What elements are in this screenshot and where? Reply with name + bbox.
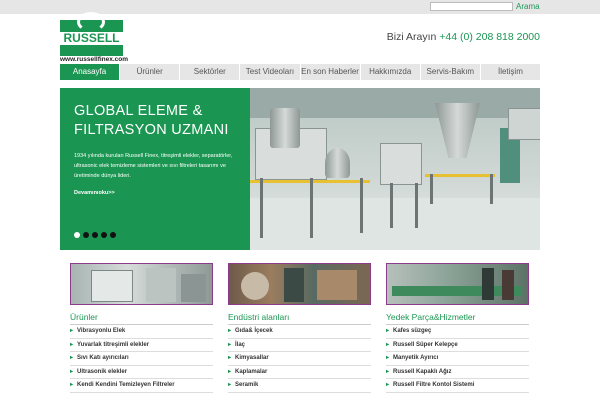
list-item[interactable]: Russell Süper Kelepçe <box>386 339 529 352</box>
main-nav: Anasayfa Ürünler Sektörler Test Videolar… <box>60 64 540 80</box>
logo-wordmark: RUSSELL <box>60 32 123 45</box>
list-item[interactable]: Vibrasyonlu Elek <box>70 325 213 339</box>
slider-dot-5[interactable] <box>110 232 116 238</box>
products-list: Vibrasyonlu Elek Yuvarlak titreşimli ele… <box>70 324 213 393</box>
list-item[interactable]: Kendi Kendini Temizleyen Filtreler <box>70 379 213 393</box>
hero-banner: GLOBAL ELEME & FILTRASYON UZMANI 1934 yı… <box>60 88 540 250</box>
nav-item-hakkimizda[interactable]: Hakkımızda <box>360 64 421 80</box>
thumbnail-industries[interactable] <box>228 263 371 305</box>
contact-info: Bizi Arayın +44 (0) 208 818 2000 <box>387 31 540 43</box>
slider-dot-1[interactable] <box>74 232 80 238</box>
list-item[interactable]: Kimyasallar <box>228 352 371 366</box>
russell-logo[interactable]: RUSSELL <box>60 12 123 56</box>
list-item[interactable]: Kaplamalar <box>228 366 371 379</box>
list-item[interactable]: Gıda& İçecek <box>228 325 371 339</box>
search-input[interactable] <box>430 2 513 11</box>
industries-column: Endüstri alanları Gıda& İçecek İlaç Kimy… <box>228 310 371 393</box>
logo-arc-mark <box>77 12 105 32</box>
thumbnail-spare-parts[interactable] <box>386 263 529 305</box>
contact-phone[interactable]: +44 (0) 208 818 2000 <box>439 31 540 43</box>
slider-dots <box>74 232 116 238</box>
spare-parts-column: Yedek Parça&Hizmetler Kafes süzgeç Russe… <box>386 310 529 393</box>
hero-more-link[interactable]: Devamınıoku>> <box>74 190 115 196</box>
industries-list: Gıda& İçecek İlaç Kimyasallar Kaplamalar… <box>228 324 371 393</box>
spare-parts-column-title[interactable]: Yedek Parça&Hizmetler <box>386 310 529 324</box>
logo-url: www.russellfinex.com <box>60 56 129 63</box>
list-item[interactable]: Russell Filtre Kontol Sistemi <box>386 379 529 393</box>
list-item[interactable]: Ultrasonik elekler <box>70 366 213 379</box>
contact-label: Bizi Arayın <box>386 31 437 43</box>
list-item[interactable]: İlaç <box>228 339 371 352</box>
hero-factory-photo <box>250 88 540 250</box>
thumbnail-products[interactable] <box>70 263 213 305</box>
hero-title: GLOBAL ELEME & FILTRASYON UZMANI <box>74 103 229 138</box>
nav-item-anasayfa[interactable]: Anasayfa <box>60 64 121 80</box>
list-item[interactable]: Seramik <box>228 379 371 393</box>
products-column: Ürünler Vibrasyonlu Elek Yuvarlak titreş… <box>70 310 213 393</box>
hero-description: 1934 yılında kurulan Russell Finex, titr… <box>74 153 233 179</box>
list-item[interactable]: Russell Kapaklı Ağız <box>386 366 529 379</box>
list-item[interactable]: Sıvı Katı ayırıcıları <box>70 352 213 366</box>
slider-dot-4[interactable] <box>101 232 107 238</box>
nav-item-sektorler[interactable]: Sektörler <box>180 64 241 80</box>
spare-parts-list: Kafes süzgeç Russell Süper Kelepçe Manye… <box>386 324 529 393</box>
products-column-title[interactable]: Ürünler <box>70 310 213 324</box>
list-item[interactable]: Yuvarlak titreşimli elekler <box>70 339 213 352</box>
nav-item-iletisim[interactable]: İletişim <box>480 64 540 80</box>
nav-item-urunler[interactable]: Ürünler <box>120 64 181 80</box>
nav-item-servis-bakim[interactable]: Servis-Bakım <box>420 64 481 80</box>
list-item[interactable]: Kafes süzgeç <box>386 325 529 339</box>
search-button[interactable]: Arama <box>516 1 540 13</box>
slider-dot-2[interactable] <box>83 232 89 238</box>
slider-dot-3[interactable] <box>92 232 98 238</box>
nav-item-en-son-haberler[interactable]: En son Haberler <box>300 64 361 80</box>
list-item[interactable]: Manyetik Ayırıcı <box>386 352 529 366</box>
industries-column-title[interactable]: Endüstri alanları <box>228 310 371 324</box>
nav-item-test-videolari[interactable]: Test Videoları <box>240 64 301 80</box>
